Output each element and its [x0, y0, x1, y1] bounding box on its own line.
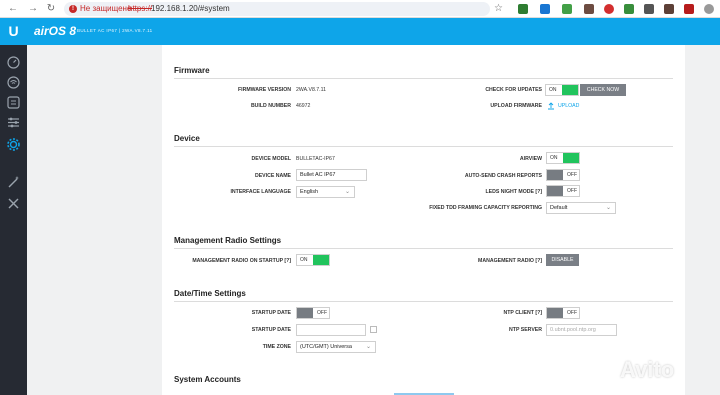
not-secure-icon: ! — [69, 5, 77, 13]
upload-firmware-label: UPLOAD FIRMWARE — [490, 103, 542, 109]
extension-icon[interactable] — [562, 4, 572, 14]
management-radio-startup-toggle[interactable]: ON — [296, 254, 330, 266]
interface-language-label: INTERFACE LANGUAGE — [230, 189, 291, 195]
network-icon[interactable] — [6, 95, 21, 110]
sidebar: U — [0, 18, 27, 395]
extension-icon[interactable] — [604, 4, 614, 14]
startup-date-input[interactable] — [296, 324, 366, 336]
divider — [174, 146, 673, 147]
back-arrow-icon[interactable]: ← — [6, 2, 20, 16]
services-icon[interactable] — [6, 115, 21, 130]
airview-toggle[interactable]: ON — [546, 152, 580, 164]
section-title-management-radio: Management Radio Settings — [174, 236, 282, 245]
ubiquiti-logo[interactable]: U — [0, 18, 27, 45]
url-text: 192.168.1.20/#system — [151, 4, 230, 13]
security-warning: Не защищено — [80, 4, 132, 13]
device-subtitle: BULLET AC IP67 | 2WA.V8.7.11 — [77, 28, 153, 33]
firmware-version-label: FIRMWARE VERSION — [237, 87, 291, 93]
url-scheme: https:// — [128, 4, 153, 13]
tdd-framing-select[interactable]: Default ⌄ — [546, 202, 616, 214]
divider — [174, 301, 673, 302]
tdd-framing-label: FIXED TDD FRAMING CAPACITY REPORTING — [429, 205, 542, 211]
device-model-label: DEVICE MODEL — [251, 156, 292, 162]
extension-icon[interactable] — [540, 4, 550, 14]
tools-icon[interactable] — [6, 196, 21, 211]
divider — [174, 78, 673, 79]
wireless-icon[interactable] — [6, 75, 21, 90]
upload-icon[interactable] — [547, 102, 555, 110]
ntp-server-label: NTP SERVER — [509, 327, 542, 333]
reload-icon[interactable]: ↻ — [44, 2, 58, 16]
extension-icon[interactable] — [624, 4, 634, 14]
profile-icon[interactable] — [704, 4, 714, 14]
device-name-label: DEVICE NAME — [254, 173, 291, 179]
management-radio-label: MANAGEMENT RADIO [?] — [478, 258, 542, 264]
airos-logo: airOS 8 — [34, 24, 77, 38]
magic-wand-icon[interactable] — [6, 175, 21, 190]
section-title-device: Device — [174, 134, 200, 143]
build-number-label: BUILD NUMBER — [250, 103, 291, 109]
time-zone-label: TIME ZONE — [262, 344, 291, 350]
section-title-datetime: Date/Time Settings — [174, 289, 246, 298]
browser-toolbar: ← → ↻ ! Не защищено https:// 192.168.1.2… — [0, 0, 720, 18]
extension-icon[interactable] — [644, 4, 654, 14]
interface-language-select[interactable]: English ⌄ — [296, 186, 355, 198]
avito-watermark: Avito — [620, 357, 675, 382]
device-name-input[interactable]: Bullet AC IP67 — [296, 169, 367, 181]
check-updates-toggle[interactable]: ON — [545, 84, 579, 96]
system-settings-panel: Firmware FIRMWARE VERSION 2WA.V8.7.11 BU… — [162, 45, 685, 395]
management-radio-startup-label: MANAGEMENT RADIO ON STARTUP [?] — [192, 258, 291, 264]
startup-date-toggle[interactable]: OFF — [296, 307, 330, 319]
extension-icon[interactable] — [584, 4, 594, 14]
leds-night-mode-label: LEDS NIGHT MODE [?] — [485, 189, 542, 195]
crash-reports-toggle[interactable]: OFF — [546, 169, 580, 181]
ntp-client-label: NTP CLIENT [?] — [503, 310, 542, 316]
ntp-server-input[interactable]: 0.ubnt.pool.ntp.org — [546, 324, 617, 336]
upload-link[interactable]: UPLOAD — [558, 103, 579, 110]
chevron-down-icon: ⌄ — [344, 189, 350, 195]
airview-label: AIRVIEW — [519, 156, 542, 162]
app-header: airOS 8 BULLET AC IP67 | 2WA.V8.7.11 — [27, 18, 720, 45]
check-now-button[interactable]: CHECK NOW — [580, 84, 626, 96]
check-updates-label: CHECK FOR UPDATES — [485, 87, 542, 93]
section-title-firmware: Firmware — [174, 66, 210, 75]
bookmark-star-icon[interactable]: ☆ — [494, 2, 503, 16]
build-number-value: 46972 — [296, 103, 311, 109]
time-zone-select[interactable]: (UTC/GMT) Universa ⌄ — [296, 341, 376, 353]
section-title-system-accounts: System Accounts — [174, 375, 241, 384]
interface-language-value: English — [300, 189, 319, 195]
gear-icon[interactable] — [6, 137, 21, 152]
chevron-down-icon: ⌄ — [605, 205, 611, 211]
extension-icon[interactable] — [664, 4, 674, 14]
tdd-framing-value: Default — [550, 205, 568, 211]
startup-date-input-label: STARTUP DATE — [251, 327, 291, 333]
firmware-version-value: 2WA.V8.7.11 — [296, 87, 326, 93]
address-bar[interactable]: ! Не защищено https:// 192.168.1.20/#sys… — [64, 2, 490, 16]
crash-reports-label: AUTO-SEND CRASH REPORTS — [464, 173, 542, 179]
ntp-client-toggle[interactable]: OFF — [546, 307, 580, 319]
leds-night-mode-toggle[interactable]: OFF — [546, 185, 580, 197]
forward-arrow-icon[interactable]: → — [26, 2, 40, 16]
device-model-value: BULLETAC-IP67 — [296, 156, 335, 162]
main-area: Firmware FIRMWARE VERSION 2WA.V8.7.11 BU… — [27, 45, 720, 395]
chevron-down-icon: ⌄ — [365, 344, 371, 350]
disable-radio-button[interactable]: DISABLE — [546, 254, 579, 266]
calendar-icon[interactable] — [370, 326, 377, 333]
divider — [174, 248, 673, 249]
extension-icon[interactable] — [684, 4, 694, 14]
extension-icon[interactable] — [518, 4, 528, 14]
dashboard-icon[interactable] — [6, 55, 21, 70]
time-zone-value: (UTC/GMT) Universa — [300, 344, 352, 350]
startup-date-label: STARTUP DATE — [251, 310, 291, 316]
